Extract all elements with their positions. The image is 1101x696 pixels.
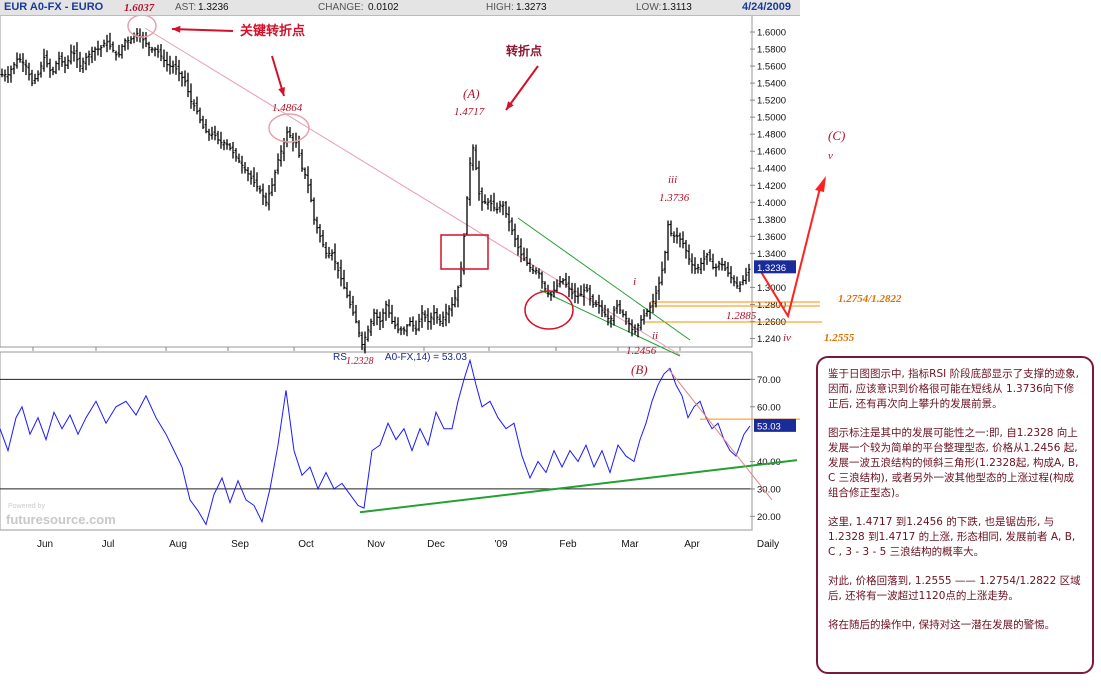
wave-ii-label: ii bbox=[652, 330, 659, 342]
low-value: 1.3113 bbox=[662, 2, 692, 13]
price-tick-label: 1.4400 bbox=[757, 164, 786, 175]
low-label: LOW: bbox=[636, 2, 662, 13]
commentary-p4: 对此, 价格回落到, 1.2555 —— 1.2754/1.2822 区域后, … bbox=[828, 575, 1081, 602]
price-tick-label: 1.4200 bbox=[757, 181, 786, 192]
last-price-tag-text: 1.3236 bbox=[757, 263, 786, 274]
price-12555-label: 1.2555 bbox=[824, 332, 855, 344]
logo-text: futuresource.com bbox=[6, 512, 116, 527]
last-value: 1.3236 bbox=[198, 2, 229, 13]
x-tick-label: '09 bbox=[494, 539, 507, 550]
x-tick-label: Nov bbox=[367, 539, 385, 550]
top-price-label: 1.6037 bbox=[124, 2, 155, 14]
x-tick-label: Apr bbox=[684, 539, 700, 550]
wave-iii-label: iii bbox=[668, 174, 678, 186]
price-tick-label: 1.5000 bbox=[757, 113, 786, 124]
x-tick-label: Jul bbox=[102, 539, 115, 550]
commentary-p1: 鉴于日图图示中, 指标RSI 阶段底部显示了支撑的迹象, 因而, 应该意识到价格… bbox=[828, 368, 1079, 410]
quote-header: EUR A0-FX - EURO AST: 1.3236 CHANGE: 0.0… bbox=[0, 0, 800, 16]
turn-label: 转折点 bbox=[506, 44, 543, 58]
price-tick-label: 1.5400 bbox=[757, 79, 786, 90]
wave-c-label: (C) bbox=[828, 128, 846, 143]
rsi-legend-prefix: RS bbox=[333, 352, 347, 363]
commentary-p2: 图示标注是其中的发展可能性之一:即, 自1.2328 向上发展一个较为简单的平台… bbox=[828, 427, 1079, 499]
high-label: HIGH: bbox=[486, 2, 514, 13]
futuresource-logo: Powered by futuresource.com bbox=[6, 503, 116, 527]
price-tick-label: 1.3400 bbox=[757, 249, 786, 260]
price-axis: 1.6000 1.5800 1.5600 1.5400 1.5200 1.5000 1.48… bbox=[750, 28, 786, 345]
commentary-p3: 这里, 1.4717 到1.2456 的下跌, 也是锯齿形, 与1.2328 到… bbox=[828, 516, 1076, 558]
change-value: 0.0102 bbox=[368, 2, 399, 13]
price-tick-label: 1.240 bbox=[757, 334, 781, 345]
price-tick-label: 1.3600 bbox=[757, 232, 786, 243]
price-14864-label: 1.4864 bbox=[272, 102, 303, 114]
price-tick-label: 1.5200 bbox=[757, 96, 786, 107]
x-tick-label: Oct bbox=[298, 539, 314, 550]
rsi-tick-label: 20.00 bbox=[757, 512, 781, 523]
last-label: AST: bbox=[175, 2, 197, 13]
key-turn-label: 关键转折点 bbox=[240, 24, 306, 39]
price-tick-label: 1.4000 bbox=[757, 198, 786, 209]
wave-b-label: (B) bbox=[631, 362, 648, 377]
price-tick-label: 1.5600 bbox=[757, 62, 786, 73]
price-13736-label: 1.3736 bbox=[659, 192, 690, 204]
x-tick-label: Jun bbox=[37, 539, 53, 550]
x-tick-label: Dec bbox=[427, 539, 445, 550]
quote-date: 4/24/2009 bbox=[742, 1, 791, 13]
wave-i-label: i bbox=[633, 276, 637, 288]
price-12456-label: 1.2456 bbox=[626, 345, 657, 357]
x-tick-label: Feb bbox=[559, 539, 577, 550]
price-tick-label: 1.4600 bbox=[757, 147, 786, 158]
price-tick-label: 1.5800 bbox=[757, 45, 786, 56]
commentary-box: 鉴于日图图示中, 指标RSI 阶段底部显示了支撑的迹象, 因而, 应该意识到价格… bbox=[816, 356, 1094, 674]
price-12885-label: 1.2885 bbox=[726, 310, 757, 322]
projection-arrow-head bbox=[815, 176, 826, 192]
x-tick-label: Aug bbox=[169, 539, 187, 550]
price-tick-label: 1.6000 bbox=[757, 28, 786, 39]
high-value: 1.3273 bbox=[516, 2, 547, 13]
rsi-axis: 70.0060.0040.0030.0020.00 bbox=[750, 375, 781, 523]
price-14717-label: 1.4717 bbox=[454, 106, 485, 118]
x-tick-label: Sep bbox=[231, 539, 249, 550]
change-label: CHANGE: bbox=[318, 2, 364, 13]
rsi-tick-label: 70.00 bbox=[757, 375, 781, 386]
price-panel bbox=[0, 14, 753, 348]
x-tick-label: Daily bbox=[757, 539, 779, 550]
rsi-value-tag-text: 53.03 bbox=[757, 421, 781, 432]
price-tick-label: 1.4800 bbox=[757, 130, 786, 141]
rsi-legend: RS A0-FX,14) = 53.03 bbox=[333, 352, 467, 363]
wave-iv-label: iv bbox=[783, 332, 791, 344]
rsi-legend-value: A0-FX,14) = 53.03 bbox=[384, 352, 467, 363]
price-tick-label: 1.3800 bbox=[757, 215, 786, 226]
wave-a-label: (A) bbox=[463, 86, 480, 101]
symbol-title: EUR A0-FX - EURO bbox=[4, 1, 104, 13]
x-tick-label: Mar bbox=[621, 539, 639, 550]
zone-label: 1.2754/1.2822 bbox=[838, 293, 902, 305]
commentary-p5: 将在随后的操作中, 保持对这一潜在发展的警惕。 bbox=[828, 619, 1056, 631]
powered-by-text: Powered by bbox=[8, 503, 45, 510]
rsi-tick-label: 60.00 bbox=[757, 402, 781, 413]
wave-v-label: v bbox=[828, 150, 833, 162]
